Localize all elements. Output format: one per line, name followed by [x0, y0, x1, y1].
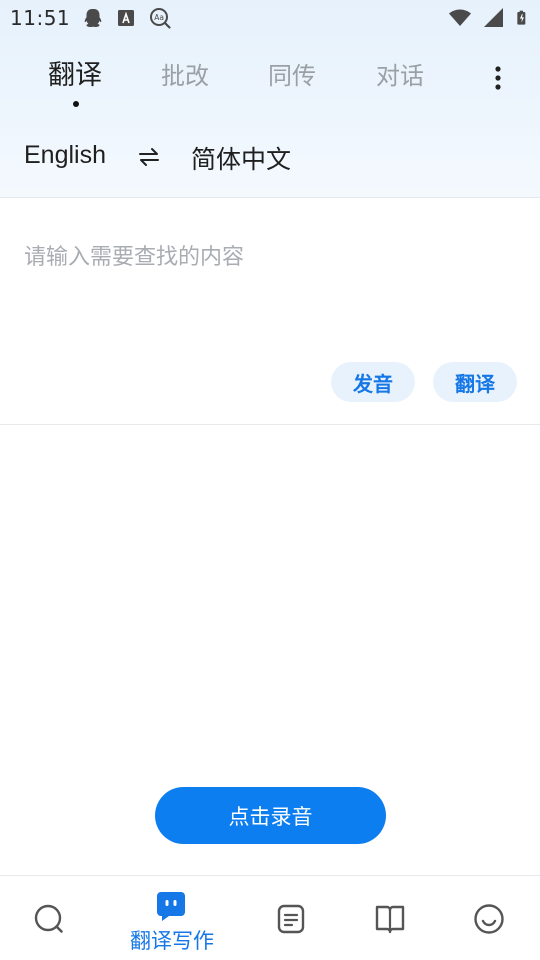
header-area: 11:51 Aa 翻译 批改 同传 对话 English 简体中文	[0, 0, 540, 198]
active-tab-indicator	[73, 101, 79, 107]
notes-icon	[277, 904, 305, 934]
target-language[interactable]: 简体中文	[191, 140, 291, 176]
nav-translate-label: 翻译写作	[130, 929, 214, 953]
translate-button[interactable]: 翻译	[433, 362, 517, 402]
translation-input-area[interactable]: 请输入需要查找的内容 发音 翻译	[0, 199, 540, 425]
mode-tabs: 翻译 批改 同传 对话	[0, 52, 540, 112]
source-language[interactable]: English	[24, 141, 106, 170]
qq-icon	[84, 9, 102, 27]
nav-profile[interactable]	[472, 902, 506, 936]
tab-interpret[interactable]: 同传	[268, 52, 316, 100]
book-icon	[375, 905, 405, 934]
smiley-icon	[474, 904, 504, 934]
wifi-icon	[449, 9, 471, 26]
search-icon	[34, 904, 63, 933]
search-input[interactable]: 请输入需要查找的内容	[24, 239, 244, 271]
signal-icon	[484, 8, 503, 27]
nav-book[interactable]	[373, 902, 407, 936]
system-icons	[448, 6, 532, 30]
bottom-nav: 翻译写作	[0, 875, 540, 960]
nav-notes[interactable]	[274, 902, 308, 936]
font-a-icon	[118, 10, 134, 26]
battery-icon	[517, 10, 526, 25]
nav-search[interactable]	[32, 902, 66, 936]
speak-button[interactable]: 发音	[331, 362, 415, 402]
nav-translate-writing[interactable]: 翻译写作	[122, 890, 222, 956]
tab-translate[interactable]: 翻译	[48, 52, 102, 100]
swap-arrows-icon[interactable]	[137, 143, 161, 171]
more-vertical-icon[interactable]	[486, 62, 510, 94]
tab-dialogue[interactable]: 对话	[376, 52, 424, 100]
chat-bubble-icon	[157, 892, 185, 921]
tab-correct[interactable]: 批改	[161, 52, 209, 100]
status-bar: 11:51 Aa	[0, 0, 540, 36]
aa-search-icon: Aa	[150, 8, 171, 29]
notification-icons: Aa	[80, 6, 172, 30]
language-selector: English 简体中文	[0, 135, 540, 183]
status-time: 11:51	[10, 6, 71, 30]
svg-text:Aa: Aa	[154, 13, 164, 22]
record-button[interactable]: 点击录音	[155, 787, 386, 844]
